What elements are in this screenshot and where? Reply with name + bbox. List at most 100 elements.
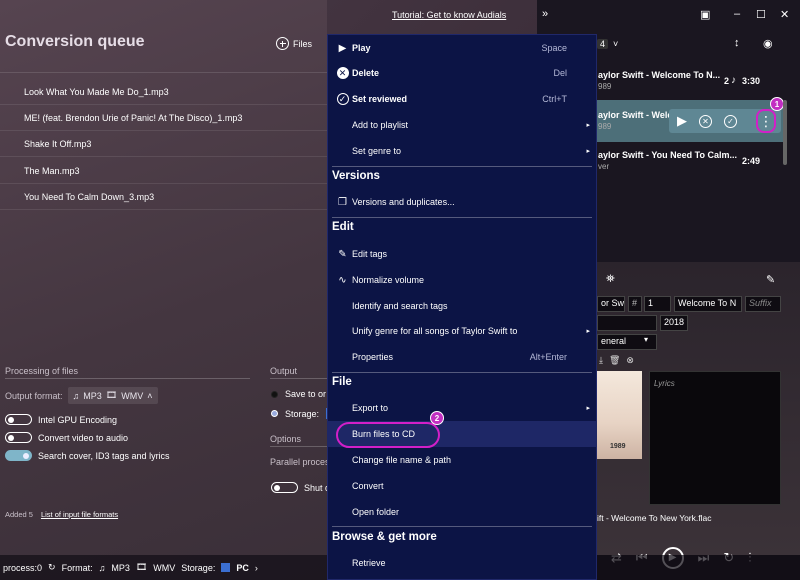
menu-header-versions: Versions [332, 170, 380, 182]
status-wmv: WMV [153, 562, 176, 573]
album-input[interactable] [597, 315, 657, 331]
storage-label: Storage: [285, 408, 320, 419]
download-icon[interactable]: ⤓ [599, 355, 603, 366]
search-cover-toggle-row[interactable]: Search cover, ID3 tags and lyrics [5, 450, 170, 461]
trash-icon[interactable]: 🗑 [609, 355, 620, 366]
output-format-dropdown[interactable]: ♫ MP3 🎞 WMV ˄ [67, 387, 158, 404]
minimize-icon[interactable]: – [734, 8, 740, 20]
layout-icon[interactable]: ▣ [700, 8, 710, 21]
tab-count: 4 [597, 39, 609, 49]
music-note-icon: ♫ [98, 562, 106, 573]
sort-icon[interactable]: ↕ [734, 37, 740, 49]
waveform-icon: ∿ [338, 274, 347, 286]
storage-option[interactable]: Storage: [271, 408, 335, 419]
divider [5, 378, 250, 379]
menu-label: Normalize volume [352, 275, 425, 285]
cover-toolbar: ⤓ 🗑 ⊗ [599, 355, 634, 366]
more-options-button[interactable]: ⋮ [756, 109, 776, 133]
process-count: process:0 [3, 562, 43, 573]
queue-item[interactable]: Look What You Made Me Do_1.mp3 [0, 79, 327, 105]
close-circle-icon[interactable]: ⊗ [626, 355, 634, 366]
tab-counter[interactable]: 4 ˅ [597, 39, 618, 49]
menu-item-retrieve[interactable]: Retrieve [327, 550, 595, 576]
menu-divider [332, 372, 592, 373]
eye-icon[interactable]: ◉ [763, 37, 773, 50]
maximize-icon[interactable]: ☐ [756, 8, 766, 21]
artist-input[interactable]: or Swi [597, 296, 625, 312]
play-icon[interactable]: ▶ [677, 113, 687, 129]
binoculars-icon[interactable]: ⛯ [606, 273, 615, 286]
track-subtitle: 989 [598, 82, 612, 91]
menu-divider [332, 166, 592, 167]
close-icon[interactable]: ✕ [780, 8, 789, 21]
input-formats-link[interactable]: List of input file formats [41, 510, 118, 519]
menu-item-add-to-playlist[interactable]: Add to playlist ▸ [327, 112, 595, 138]
menu-item-export-to[interactable]: Export to ▸ [327, 395, 595, 421]
save-to-radio[interactable] [271, 390, 278, 398]
marker-badge-2: 2 [430, 411, 444, 425]
convert-video-label: Convert video to audio [38, 432, 129, 443]
title-input[interactable]: Welcome To N [674, 296, 742, 312]
tutorial-link[interactable]: Tutorial: Get to know Audials [392, 10, 506, 20]
menu-label: Change file name & path [352, 455, 452, 465]
menu-item-open-folder[interactable]: Open folder [327, 499, 595, 525]
delete-icon[interactable]: ✕ [699, 114, 712, 128]
queue-item[interactable]: Shake It Off.mp3 [0, 131, 327, 157]
parallel-label: Parallel proces [270, 457, 330, 467]
pc-icon [221, 563, 231, 572]
shutdown-toggle-row[interactable]: Shut d [271, 482, 330, 493]
menu-shortcut: Del [553, 68, 567, 78]
cover-year-text: 1989 [610, 443, 626, 450]
output-section-label: Output [270, 366, 298, 376]
scrollbar[interactable] [783, 100, 787, 165]
check-icon[interactable]: ✓ [724, 114, 737, 128]
menu-item-normalize-volume[interactable]: ∿ Normalize volume [327, 267, 595, 293]
menu-item-identify-tags[interactable]: Identify and search tags [327, 293, 595, 319]
track-title[interactable]: aylor Swift - Welcome To N... [598, 70, 720, 80]
magic-wand-icon[interactable]: ✎ [766, 273, 775, 286]
storage-radio[interactable] [271, 410, 278, 417]
intel-gpu-toggle-row[interactable]: Intel GPU Encoding [5, 414, 117, 425]
menu-item-delete[interactable]: ✕ Delete Del [327, 60, 595, 86]
menu-item-versions-duplicates[interactable]: ❐ Versions and duplicates... [327, 189, 595, 215]
search-cover-toggle[interactable] [5, 450, 32, 461]
track-title[interactable]: aylor Swift - You Need To Calm... [598, 150, 737, 160]
double-chevron-right-icon[interactable]: » [542, 8, 548, 20]
menu-shortcut: Ctrl+T [542, 94, 567, 104]
menu-item-edit-tags[interactable]: ✎ Edit tags [327, 241, 595, 267]
menu-item-set-reviewed[interactable]: ✓ Set reviewed Ctrl+T [327, 86, 595, 112]
intel-gpu-toggle[interactable] [5, 414, 32, 425]
save-to-label: Save to or [285, 389, 327, 399]
track-title[interactable]: aylor Swift - Welco [598, 110, 678, 120]
menu-item-set-genre[interactable]: Set genre to ▸ [327, 138, 595, 164]
year-input[interactable]: 2018 [660, 315, 688, 331]
divider [270, 446, 327, 447]
menu-item-change-file-name[interactable]: Change file name & path [327, 447, 595, 473]
shutdown-toggle[interactable] [271, 482, 298, 493]
play-icon: ▶ [338, 42, 347, 54]
now-playing-filename: ift - Welcome To New York.flac [597, 513, 712, 523]
menu-item-play[interactable]: ▶ Play Space [327, 35, 595, 61]
track-duration: 2:49 [742, 156, 761, 166]
menu-header-edit: Edit [332, 221, 354, 233]
menu-label: Properties [352, 352, 394, 362]
convert-video-toggle[interactable] [5, 432, 32, 443]
menu-item-properties[interactable]: Properties Alt+Enter [327, 344, 595, 370]
added-info: Added 5 List of input file formats [5, 510, 118, 519]
plus-circle-icon [276, 37, 289, 50]
chevron-right-icon: › [254, 562, 258, 573]
queue-item[interactable]: You Need To Calm Down_3.mp3 [0, 184, 327, 210]
track-number-input[interactable]: 1 [644, 296, 671, 312]
add-files-button[interactable]: Files [276, 37, 312, 50]
lyrics-box[interactable] [649, 371, 781, 505]
suffix-input[interactable]: Suffix [745, 296, 781, 312]
search-cover-label: Search cover, ID3 tags and lyrics [38, 450, 170, 461]
queue-item[interactable]: ME! (feat. Brendon Urie of Panic! At The… [0, 105, 327, 131]
added-count: Added 5 [5, 510, 33, 519]
menu-item-unify-genre[interactable]: Unify genre for all songs of Taylor Swif… [327, 318, 595, 344]
menu-item-convert[interactable]: Convert [327, 473, 595, 499]
convert-video-toggle-row[interactable]: Convert video to audio [5, 432, 128, 443]
queue-item[interactable]: The Man.mp3 [0, 158, 327, 184]
format-wmv: WMV [121, 390, 144, 401]
save-to-option[interactable]: Save to or [271, 389, 326, 399]
